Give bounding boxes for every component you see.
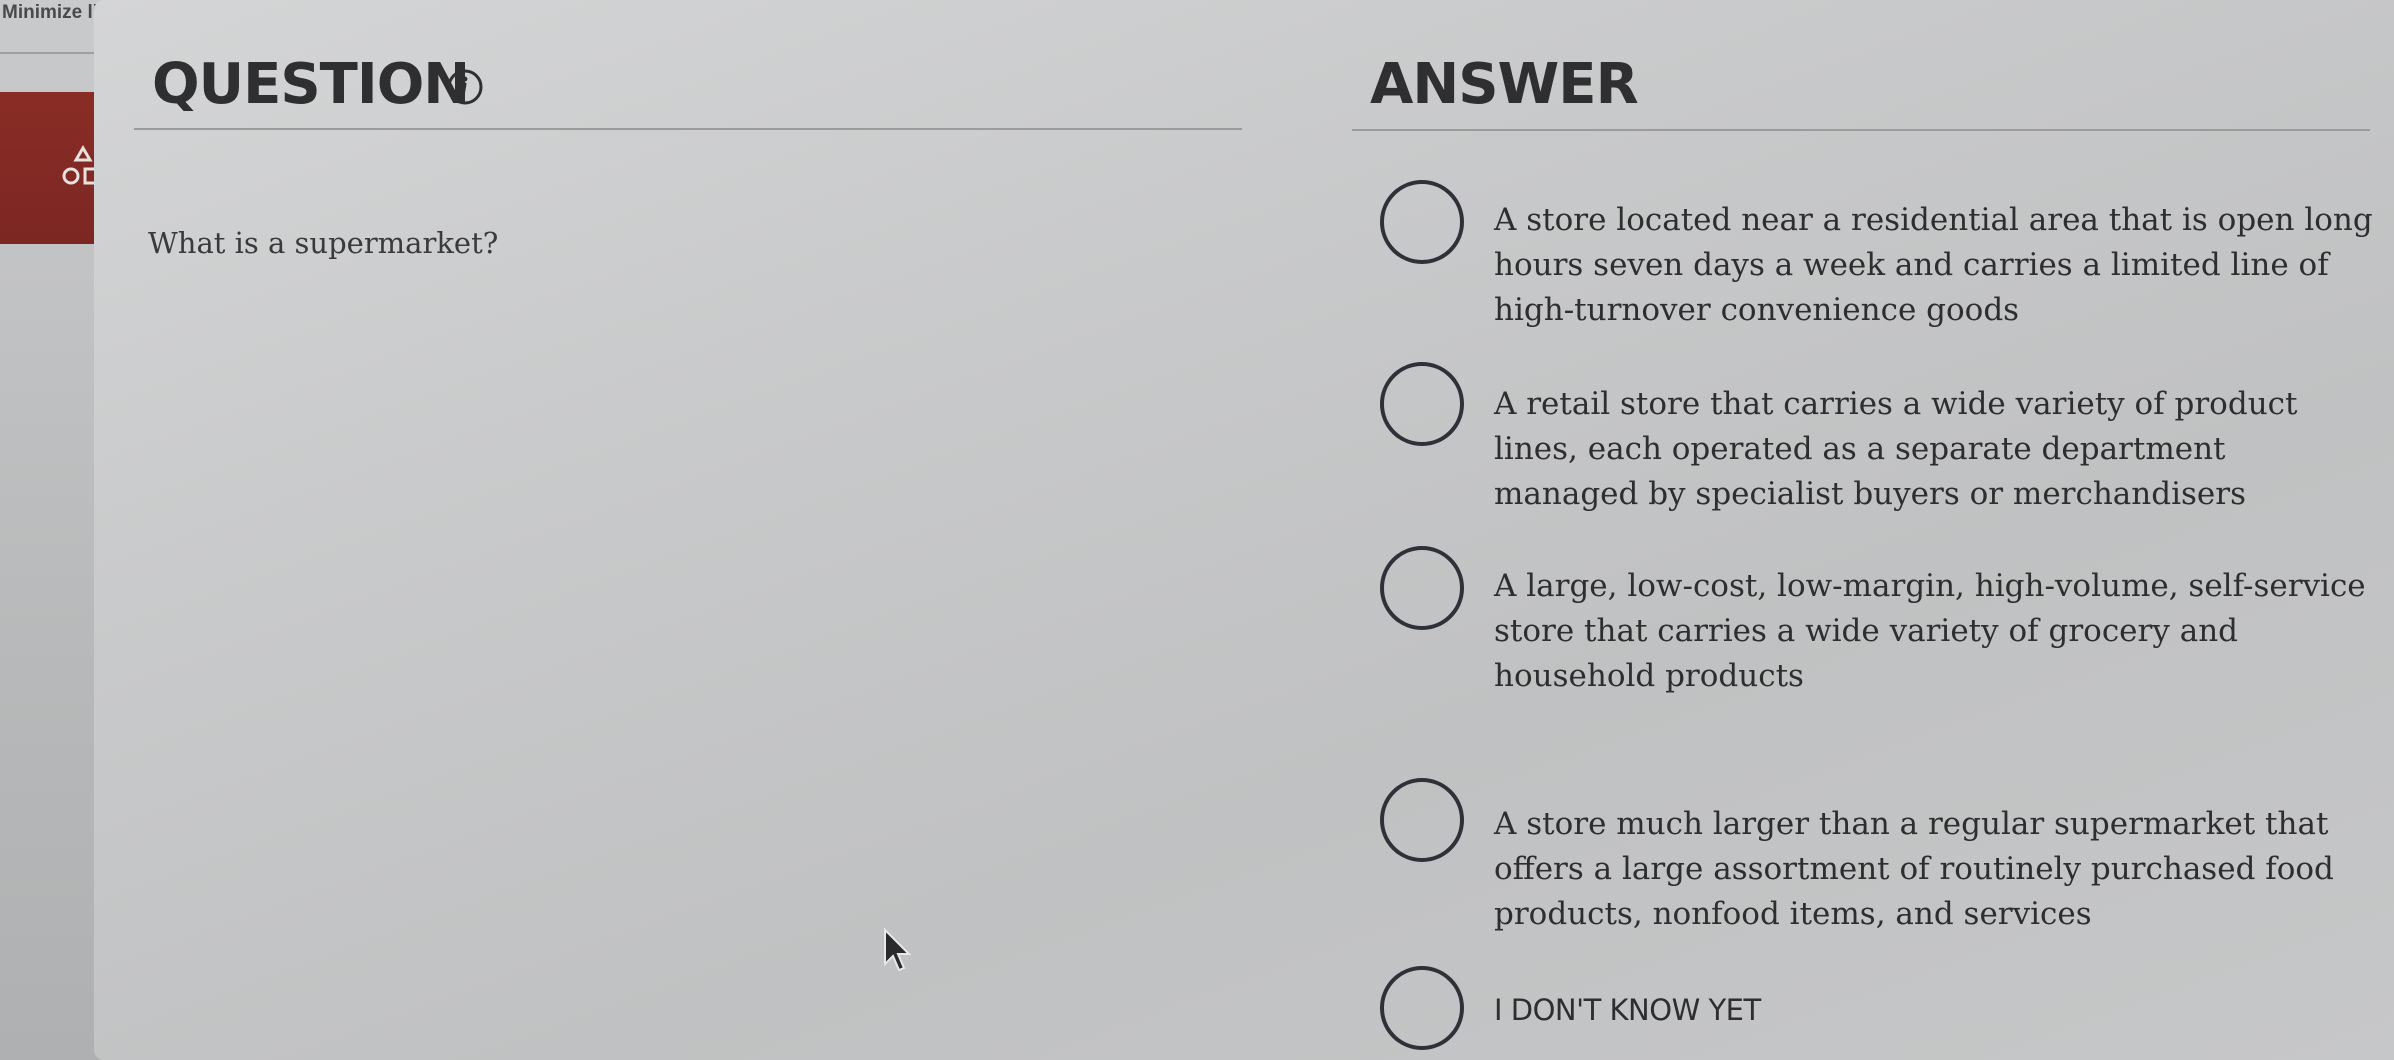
- answer-divider: [1352, 129, 2370, 131]
- radio-button[interactable]: [1380, 362, 1464, 446]
- mouse-cursor-icon: [884, 928, 912, 972]
- answer-option-label[interactable]: A large, low-cost, low-margin, high-volu…: [1494, 564, 2374, 699]
- radio-button[interactable]: [1380, 778, 1464, 862]
- question-divider: [134, 128, 1242, 130]
- answer-option-label[interactable]: A retail store that carries a wide varie…: [1494, 382, 2374, 517]
- question-text: What is a supermarket?: [148, 226, 499, 260]
- radio-button[interactable]: [1380, 546, 1464, 630]
- answer-option-label[interactable]: A store located near a residential area …: [1494, 198, 2374, 333]
- answer-option-label[interactable]: I DON'T KNOW YET: [1494, 988, 2374, 1033]
- radio-button[interactable]: [1380, 180, 1464, 264]
- radio-button[interactable]: [1380, 966, 1464, 1050]
- info-icon[interactable]: [446, 68, 484, 106]
- answer-heading: ANSWER: [1370, 52, 1639, 117]
- question-heading: QUESTION: [152, 52, 470, 117]
- answer-option-label[interactable]: A store much larger than a regular super…: [1494, 802, 2374, 937]
